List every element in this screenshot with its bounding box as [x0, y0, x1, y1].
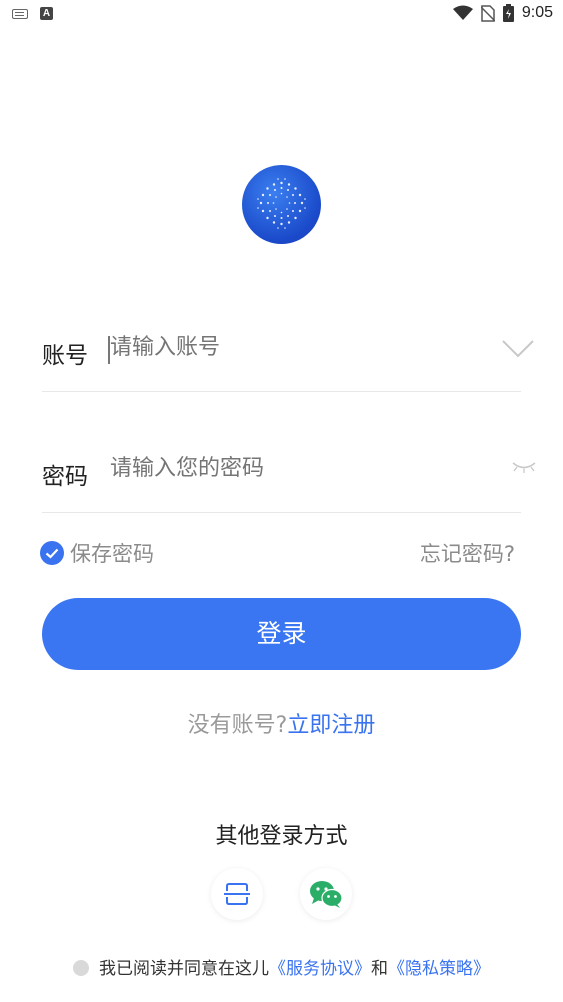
terms-link[interactable]: 《服务协议》 [269, 959, 371, 979]
register-link[interactable]: 立即注册 [287, 713, 375, 738]
app-logo [242, 165, 321, 244]
login-button[interactable]: 登录 [42, 598, 521, 670]
remember-row: 保存密码 忘记密码? [40, 537, 515, 569]
wechat-icon [310, 881, 343, 908]
agreement-text: 我已阅读并同意在这儿 [99, 959, 269, 979]
wechat-login-button[interactable] [300, 868, 352, 920]
remember-password-label[interactable]: 保存密码 [70, 538, 154, 568]
status-left: A [12, 7, 53, 20]
privacy-link[interactable]: 《隐私策略》 [388, 959, 490, 979]
account-field-row: 账号 [42, 327, 534, 392]
account-label: 账号 [42, 343, 88, 369]
status-right: 9:05 [452, 4, 553, 22]
keyboard-icon [12, 8, 28, 19]
agreement-and: 和 [371, 959, 388, 979]
agreement-row: 我已阅读并同意在这儿《服务协议》和《隐私策略》 [0, 954, 563, 979]
scan-icon [224, 883, 250, 905]
no-account-text: 没有账号? [187, 713, 288, 738]
status-bar: A 9:05 [0, 0, 563, 30]
battery-icon [502, 4, 514, 22]
forgot-password-link[interactable]: 忘记密码? [420, 538, 515, 568]
account-input[interactable] [110, 334, 490, 360]
app-notification-icon: A [40, 7, 53, 20]
password-field-row: 密码 [42, 448, 536, 513]
chevron-down-icon[interactable] [501, 339, 535, 359]
agreement-radio[interactable] [73, 960, 89, 976]
wifi-icon [452, 5, 473, 20]
scan-login-button[interactable] [211, 868, 263, 920]
clock-time: 9:05 [521, 4, 553, 21]
check-icon [45, 548, 59, 559]
password-input[interactable] [110, 455, 490, 481]
remember-checkbox[interactable] [40, 541, 64, 565]
eye-closed-icon[interactable] [511, 460, 537, 474]
password-label: 密码 [42, 464, 88, 490]
other-login-title: 其他登录方式 [215, 824, 348, 849]
logo-dots [257, 178, 306, 229]
no-sim-icon [480, 4, 495, 22]
register-row: 没有账号?立即注册 [0, 707, 563, 739]
